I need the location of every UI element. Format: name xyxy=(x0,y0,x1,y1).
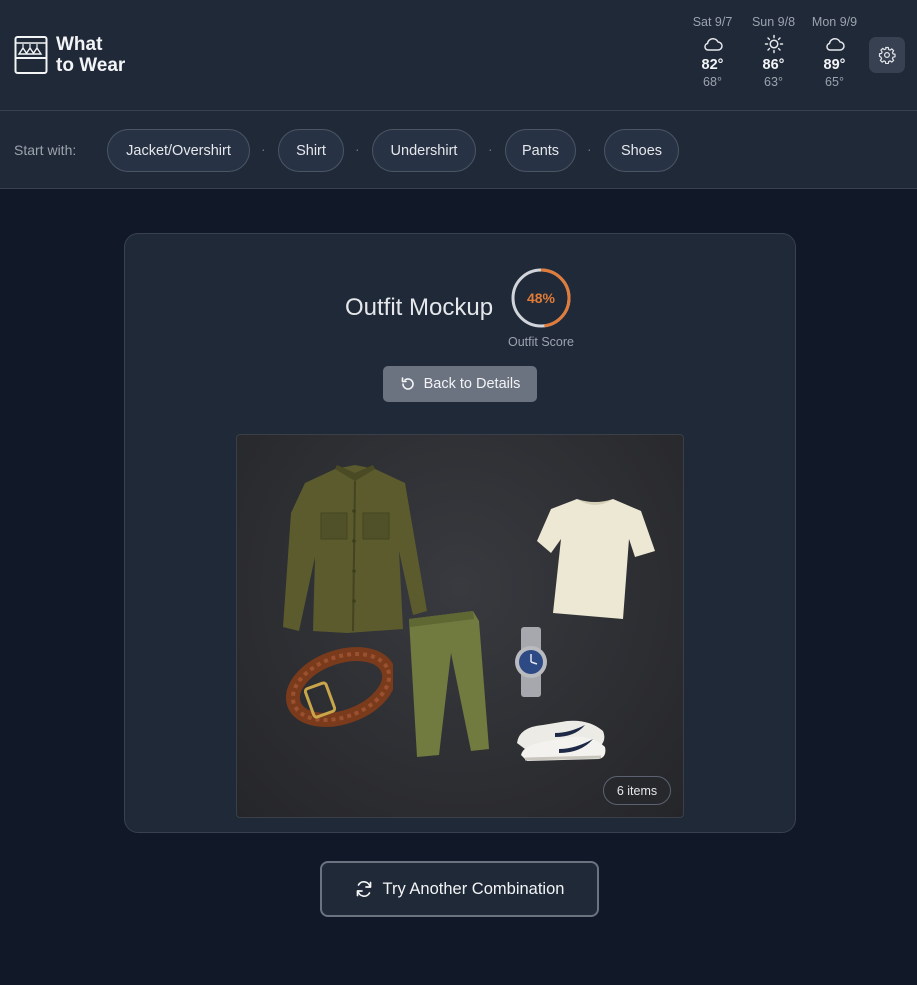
chip-separator: · xyxy=(587,141,592,157)
start-with-label: Start with: xyxy=(14,142,77,158)
weather-day-label: Sun 9/8 xyxy=(751,15,796,29)
outfit-mockup-card: Outfit Mockup 48% Outfit Score Back to D… xyxy=(124,233,796,833)
score-label: Outfit Score xyxy=(508,335,574,349)
start-with-bar: Start with: Jacket/Overshirt · Shirt · U… xyxy=(0,111,917,189)
weather-day-label: Sat 9/7 xyxy=(692,15,733,29)
weather-high: 82° xyxy=(701,57,724,73)
chip-separator: · xyxy=(355,141,360,157)
pants-item xyxy=(409,611,489,757)
chip-pants[interactable]: Pants xyxy=(505,129,576,172)
score-percent: 48% xyxy=(526,290,556,306)
outfit-score: 48% Outfit Score xyxy=(505,262,577,352)
try-another-label: Try Another Combination xyxy=(382,879,565,898)
chip-undershirt[interactable]: Undershirt xyxy=(372,129,476,172)
try-another-combination-button[interactable]: Try Another Combination xyxy=(320,861,599,917)
app-header: What to Wear Sat 9/7 82° 68° Sun 9/8 86°… xyxy=(0,0,917,111)
weather-day-sat: Sat 9/7 82° 68° xyxy=(682,15,743,89)
sun-icon xyxy=(743,31,804,57)
back-to-details-label: Back to Details xyxy=(423,376,521,392)
weather-low: 65° xyxy=(825,75,844,89)
weather-high: 89° xyxy=(823,57,846,73)
wardrobe-icon xyxy=(14,36,48,74)
gear-icon xyxy=(878,46,896,64)
sneakers-item xyxy=(517,720,606,761)
refresh-icon xyxy=(356,881,371,897)
watch-item xyxy=(515,627,547,697)
cloud-icon xyxy=(804,31,865,57)
weather-high: 86° xyxy=(762,57,785,73)
items-count-badge: 6 items xyxy=(603,776,671,805)
weather-day-label: Mon 9/9 xyxy=(811,15,858,29)
weather-day-sun: Sun 9/8 86° 63° xyxy=(743,15,804,89)
tshirt-item xyxy=(537,499,655,619)
mockup-title: Outfit Mockup xyxy=(345,294,494,321)
cloud-icon xyxy=(682,31,743,57)
app-logo[interactable]: What to Wear xyxy=(14,34,125,76)
chip-separator: · xyxy=(488,141,493,157)
weather-low: 68° xyxy=(703,75,722,89)
chip-shirt[interactable]: Shirt xyxy=(278,129,344,172)
app-title-line2: to Wear xyxy=(56,55,126,76)
weather-day-mon: Mon 9/9 89° 65° xyxy=(804,15,865,89)
outfit-mockup-image: 6 items xyxy=(236,434,684,818)
app-title: What to Wear xyxy=(56,34,125,76)
weather-low: 63° xyxy=(764,75,783,89)
settings-button[interactable] xyxy=(869,37,905,73)
chip-jacket-overshirt[interactable]: Jacket/Overshirt xyxy=(107,129,250,172)
app-title-line1: What xyxy=(56,34,103,55)
chip-shoes[interactable]: Shoes xyxy=(604,129,679,172)
belt-item xyxy=(285,647,393,727)
back-to-details-button[interactable]: Back to Details xyxy=(383,366,537,402)
chip-separator: · xyxy=(261,141,266,157)
undo-icon xyxy=(401,377,414,390)
weather-forecast: Sat 9/7 82° 68° Sun 9/8 86° 63° Mon 9/9 … xyxy=(682,15,865,89)
